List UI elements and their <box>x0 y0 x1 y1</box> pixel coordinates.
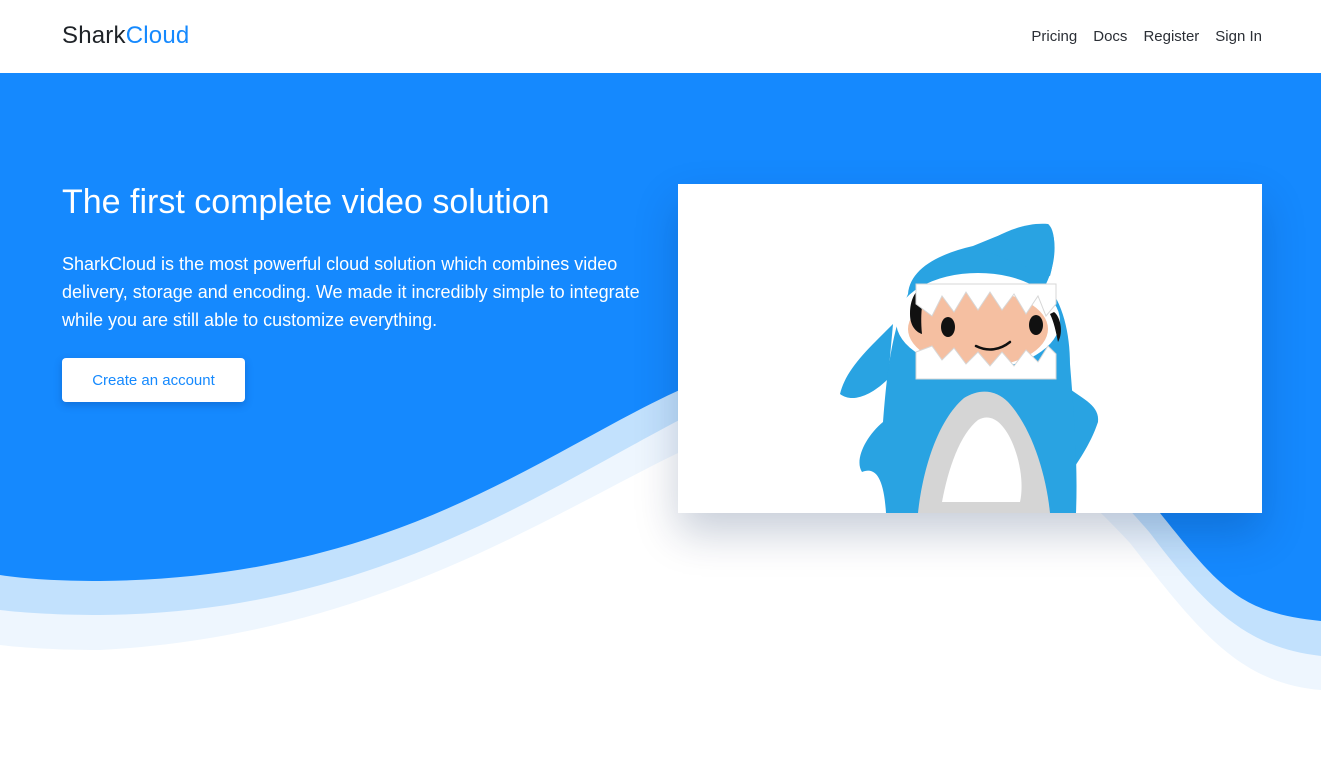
hero-title: The first complete video solution <box>62 183 550 221</box>
nav-link-docs[interactable]: Docs <box>1093 28 1127 45</box>
shark-mascot-icon <box>840 223 1099 513</box>
create-account-button[interactable]: Create an account <box>62 358 245 402</box>
site-header: SharkCloud Pricing Docs Register Sign In <box>0 0 1321 73</box>
top-nav: Pricing Docs Register Sign In <box>1031 28 1262 45</box>
nav-link-sign-in[interactable]: Sign In <box>1215 28 1262 45</box>
brand-logo-part-1: Shark <box>62 22 126 49</box>
brand-logo[interactable]: SharkCloud <box>62 22 189 50</box>
page: SharkCloud Pricing Docs Register Sign In… <box>0 0 1321 766</box>
hero-description: SharkCloud is the most powerful cloud so… <box>62 254 640 330</box>
hero-illustration-card <box>678 184 1262 513</box>
mascot-left-eye <box>941 317 955 337</box>
nav-link-register[interactable]: Register <box>1143 28 1199 45</box>
mascot-right-eye <box>1029 315 1043 335</box>
mascot-left-fin <box>840 324 893 399</box>
nav-link-pricing[interactable]: Pricing <box>1031 28 1077 45</box>
brand-logo-part-2: Cloud <box>125 22 190 49</box>
